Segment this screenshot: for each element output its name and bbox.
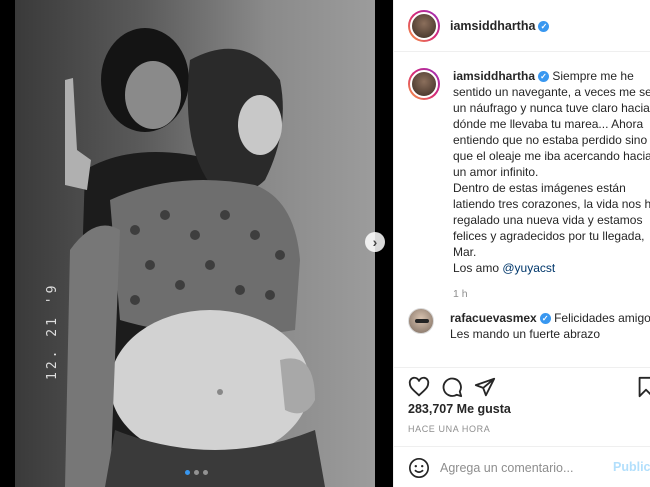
carousel-dot-active — [185, 470, 190, 475]
commenter-avatar[interactable] — [408, 308, 434, 334]
photo-date-stamp: 12. 21 '9 — [45, 282, 60, 380]
comment-bubble-icon[interactable] — [441, 376, 463, 398]
action-bar — [394, 367, 650, 405]
verified-badge-icon: ✓ — [538, 20, 550, 32]
couple-photo-illustration — [65, 28, 325, 487]
author-avatar[interactable] — [408, 9, 440, 42]
paper-plane-icon[interactable] — [474, 376, 496, 398]
likes-count[interactable]: 283,707 Me gusta — [408, 402, 511, 416]
smiley-icon[interactable] — [408, 457, 430, 479]
mention-link[interactable]: @yuyacst — [502, 261, 555, 275]
caption-author-avatar[interactable] — [408, 68, 440, 100]
caption-username[interactable]: iamsiddhartha — [453, 69, 535, 83]
heart-icon[interactable] — [408, 376, 430, 398]
publish-button[interactable]: Publica — [613, 460, 650, 474]
carousel-dot — [203, 470, 208, 475]
carousel-indicator — [185, 470, 208, 475]
post-side-panel: iamsiddhartha ✓ iamsiddhartha ✓ Siempre me… — [393, 0, 650, 487]
comment-item: rafacuevasmex ✓ Felicidades amigo. Les ma… — [408, 308, 650, 342]
post-date: HACE UNA HORA — [408, 424, 491, 434]
caption-text: Siempre me he sentido un navegante, a ve… — [453, 69, 650, 259]
caption-time: 1 h — [453, 288, 468, 300]
next-photo-button[interactable]: › — [365, 232, 385, 252]
commenter-username[interactable]: rafacuevasmex — [450, 311, 537, 325]
comment-input[interactable] — [440, 457, 605, 479]
verified-badge-icon: ✓ — [539, 313, 551, 324]
carousel-dot — [194, 470, 199, 475]
post-caption: iamsiddhartha ✓ Siempre me he sentido un … — [408, 68, 650, 302]
bookmark-icon[interactable] — [635, 376, 650, 398]
post-photo[interactable]: 12. 21 '9 › — [0, 0, 393, 487]
caption-closing: Los amo — [453, 261, 503, 275]
comments-section[interactable]: iamsiddhartha ✓ Siempre me he sentido un … — [394, 52, 650, 367]
post-image: 12. 21 '9 — [15, 0, 375, 487]
verified-badge-icon: ✓ — [538, 71, 550, 82]
post-header: iamsiddhartha ✓ — [394, 0, 650, 52]
add-comment-bar: Publica — [394, 446, 650, 487]
chevron-right-icon: › — [372, 234, 378, 250]
author-username[interactable]: iamsiddhartha ✓ — [450, 19, 550, 33]
